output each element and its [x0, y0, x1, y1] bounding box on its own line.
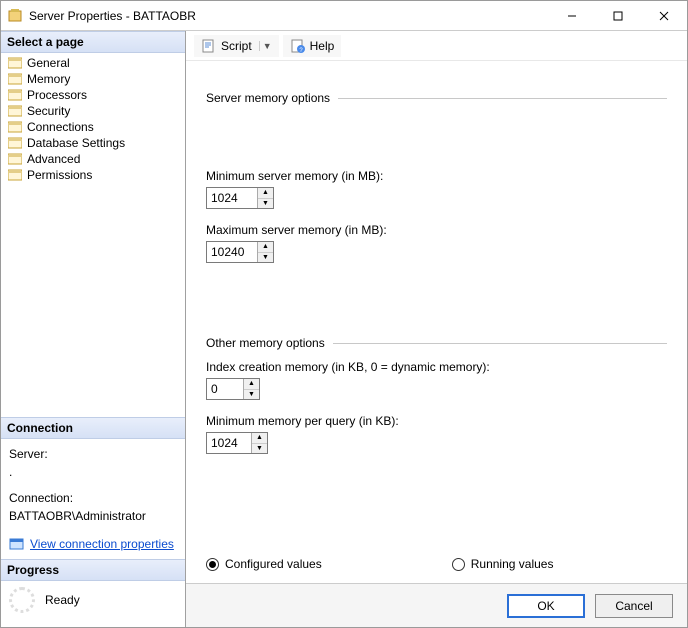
help-icon: ? — [290, 38, 306, 54]
spin-down-icon[interactable]: ▼ — [258, 199, 273, 209]
running-values-label: Running values — [471, 557, 554, 571]
page-label: Processors — [27, 88, 87, 102]
toolbar: Script ▼ ? Help — [186, 31, 687, 61]
sidebar: Select a page General Memory Processors … — [1, 31, 186, 627]
min-query-memory-spinner[interactable]: ▲▼ — [206, 432, 268, 454]
script-label: Script — [221, 39, 252, 53]
progress-status: Ready — [45, 593, 80, 607]
page-item-advanced[interactable]: Advanced — [1, 151, 185, 167]
page-icon — [7, 136, 23, 150]
cancel-button[interactable]: Cancel — [595, 594, 673, 618]
radio-dot-icon — [452, 558, 465, 571]
max-memory-spinner[interactable]: ▲▼ — [206, 241, 274, 263]
configured-values-label: Configured values — [225, 557, 322, 571]
other-memory-group-label: Other memory options — [206, 336, 325, 350]
page-label: Connections — [27, 120, 94, 134]
page-label: Advanced — [27, 152, 80, 166]
page-item-processors[interactable]: Processors — [1, 87, 185, 103]
page-icon — [7, 152, 23, 166]
min-memory-input[interactable] — [207, 188, 257, 208]
app-icon — [7, 8, 23, 24]
dialog-footer: OK Cancel — [186, 583, 687, 627]
running-values-radio[interactable]: Running values — [452, 557, 554, 571]
max-memory-label: Maximum server memory (in MB): — [206, 223, 667, 237]
connection-header: Connection — [1, 417, 185, 439]
help-button[interactable]: ? Help — [283, 35, 342, 57]
server-value: . — [9, 463, 177, 481]
select-page-header: Select a page — [1, 31, 185, 53]
page-icon — [7, 168, 23, 182]
spin-down-icon[interactable]: ▼ — [258, 253, 273, 263]
spin-up-icon[interactable]: ▲ — [252, 433, 267, 444]
close-button[interactable] — [641, 1, 687, 30]
spin-up-icon[interactable]: ▲ — [244, 379, 259, 390]
connection-label: Connection: — [9, 489, 177, 507]
title-bar: Server Properties - BATTAOBR — [1, 1, 687, 31]
min-memory-label: Minimum server memory (in MB): — [206, 169, 667, 183]
page-item-connections[interactable]: Connections — [1, 119, 185, 135]
page-icon — [7, 56, 23, 70]
ok-button[interactable]: OK — [507, 594, 585, 618]
page-label: General — [27, 56, 70, 70]
properties-icon — [9, 537, 25, 551]
progress-header: Progress — [1, 559, 185, 581]
page-item-memory[interactable]: Memory — [1, 71, 185, 87]
minimize-button[interactable] — [549, 1, 595, 30]
page-label: Database Settings — [27, 136, 125, 150]
server-memory-group-label: Server memory options — [206, 91, 330, 105]
page-item-security[interactable]: Security — [1, 103, 185, 119]
page-icon — [7, 120, 23, 134]
help-label: Help — [310, 39, 335, 53]
window-title: Server Properties - BATTAOBR — [29, 9, 549, 23]
script-button[interactable]: Script ▼ — [194, 35, 279, 57]
index-memory-label: Index creation memory (in KB, 0 = dynami… — [206, 360, 667, 374]
content-area: Server memory options Minimum server mem… — [186, 61, 687, 583]
page-icon — [7, 72, 23, 86]
page-label: Security — [27, 104, 70, 118]
page-list: General Memory Processors Security Conne… — [1, 53, 185, 185]
page-item-general[interactable]: General — [1, 55, 185, 71]
page-label: Permissions — [27, 168, 92, 182]
connection-block: Server: . Connection: BATTAOBR\Administr… — [1, 439, 185, 559]
page-icon — [7, 104, 23, 118]
index-memory-input[interactable] — [207, 379, 243, 399]
index-memory-spinner[interactable]: ▲▼ — [206, 378, 260, 400]
view-connection-properties-link[interactable]: View connection properties — [30, 535, 174, 553]
spin-down-icon[interactable]: ▼ — [252, 444, 267, 454]
page-label: Memory — [27, 72, 70, 86]
spin-down-icon[interactable]: ▼ — [244, 390, 259, 400]
min-query-memory-input[interactable] — [207, 433, 251, 453]
page-icon — [7, 88, 23, 102]
server-label: Server: — [9, 445, 177, 463]
max-memory-input[interactable] — [207, 242, 257, 262]
script-dropdown-icon[interactable]: ▼ — [259, 41, 272, 51]
page-item-permissions[interactable]: Permissions — [1, 167, 185, 183]
min-memory-spinner[interactable]: ▲▼ — [206, 187, 274, 209]
spin-up-icon[interactable]: ▲ — [258, 242, 273, 253]
script-icon — [201, 38, 217, 54]
page-item-database-settings[interactable]: Database Settings — [1, 135, 185, 151]
progress-block: Ready — [1, 581, 185, 619]
configured-values-radio[interactable]: Configured values — [206, 557, 322, 571]
connection-value: BATTAOBR\Administrator — [9, 507, 177, 525]
progress-spinner-icon — [9, 587, 35, 613]
min-query-memory-label: Minimum memory per query (in KB): — [206, 414, 667, 428]
maximize-button[interactable] — [595, 1, 641, 30]
radio-dot-icon — [206, 558, 219, 571]
spin-up-icon[interactable]: ▲ — [258, 188, 273, 199]
